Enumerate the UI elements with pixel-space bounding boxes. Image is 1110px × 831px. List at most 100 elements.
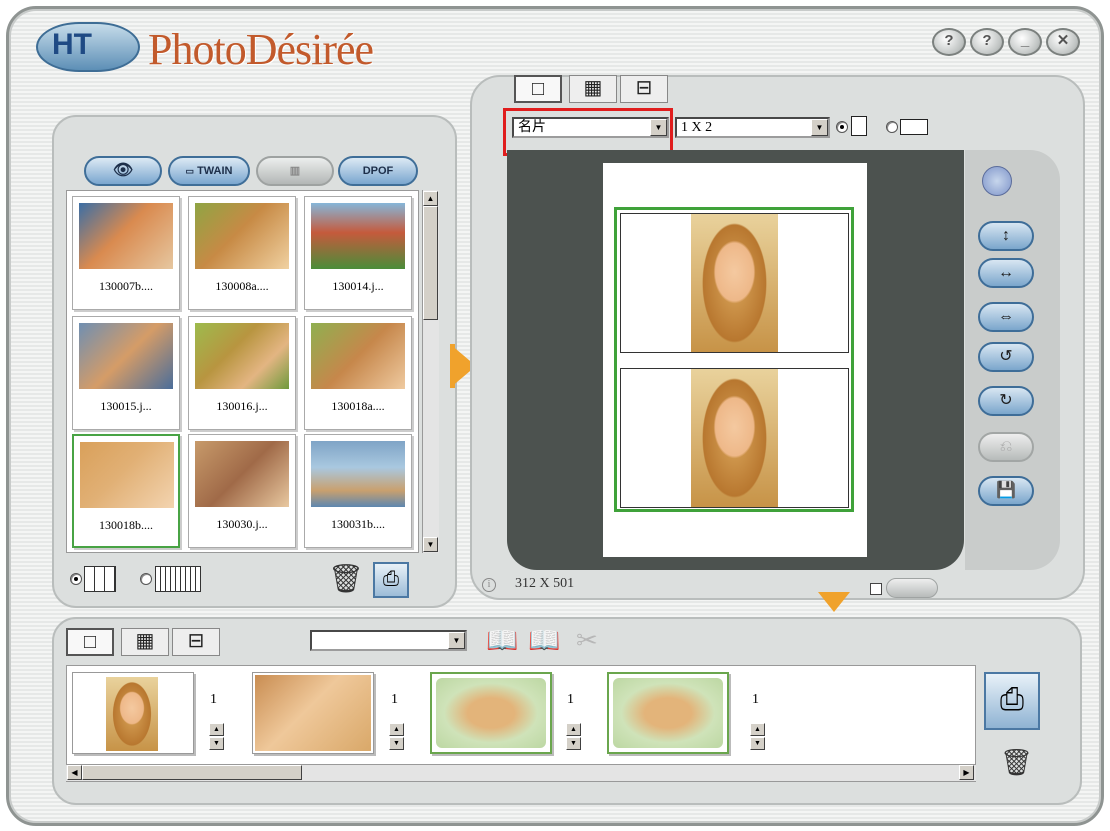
undo-button[interactable]: ⎌ [978, 432, 1034, 462]
thumbnail-caption: 130018a.... [331, 399, 385, 413]
scroll-thumb[interactable] [423, 206, 438, 320]
print-button[interactable]: ⎙ [373, 562, 409, 598]
download-arrow-icon[interactable] [818, 592, 850, 612]
count-up-button[interactable]: ▲ [566, 723, 581, 736]
chevron-down-icon[interactable]: ▼ [650, 119, 667, 136]
rotate-right-button[interactable]: ↻ [978, 386, 1034, 416]
layout-value: 1 X 2 [681, 120, 713, 135]
eye-folder-icon: 👁 [112, 162, 134, 179]
scanner-icon: ▭ [185, 166, 194, 176]
thumbnail-item[interactable]: 130014.j... [304, 196, 412, 310]
fit-both-button[interactable]: ⇔ [978, 302, 1034, 332]
rotate-left-button[interactable]: ↺ [978, 342, 1034, 372]
dpof-button[interactable]: DPOF [338, 156, 418, 186]
disabled-tool-button[interactable]: ▥ [256, 156, 334, 186]
film-icon: ⊟ [187, 630, 205, 652]
grid-option-radio[interactable] [70, 573, 82, 585]
thumbnail-item[interactable]: 130018a.... [304, 316, 412, 430]
count-down-button[interactable]: ▼ [750, 737, 765, 750]
scroll-down-button[interactable]: ▼ [423, 537, 438, 552]
orientation-portrait-radio[interactable] [836, 121, 848, 133]
count-up-button[interactable]: ▲ [389, 723, 404, 736]
scroll-thumb[interactable] [82, 765, 302, 780]
tab-single-page[interactable]: □ [66, 628, 114, 656]
option-checkbox[interactable] [870, 583, 882, 595]
3-column-grid-icon [84, 566, 116, 592]
twain-button[interactable]: ▭ TWAIN [168, 156, 250, 186]
tray-item-count: 1 [391, 692, 398, 707]
trash-icon[interactable]: 🗑 [328, 562, 364, 596]
tray-select[interactable]: ▼ [310, 630, 467, 651]
count-down-button[interactable]: ▼ [566, 737, 581, 750]
help-button[interactable]: ? [970, 28, 1004, 56]
dense-grid-icon [155, 566, 201, 592]
chevron-down-icon[interactable]: ▼ [811, 119, 828, 136]
grid-icon: ▦ [135, 630, 155, 652]
minimize-button[interactable]: _ [1008, 28, 1042, 56]
printer-icon: ⎙ [383, 568, 399, 590]
size-readout: 312 X 501 [515, 576, 575, 591]
orientation-landscape-radio[interactable] [886, 121, 898, 133]
tab-single-page[interactable]: □ [514, 75, 562, 103]
print-button[interactable]: ⎙ [984, 672, 1040, 730]
fit-both-icon: ⇔ [998, 308, 1014, 325]
book-back-icon[interactable]: 📖 [486, 626, 518, 656]
chevron-down-icon[interactable]: ▼ [448, 632, 465, 649]
tab-grid[interactable]: ▦ [569, 75, 617, 103]
slot-photo-image [691, 369, 778, 507]
thumbnail-item[interactable]: 130031b.... [304, 434, 412, 548]
fit-horizontal-button[interactable]: ↔ [978, 258, 1034, 288]
tab-film[interactable]: ⊟ [620, 75, 668, 103]
tray-item[interactable] [607, 672, 729, 754]
thumbnail-caption: 130015.j... [100, 399, 152, 413]
rotate-right-icon: ↻ [999, 392, 1013, 409]
printer-icon: ⎙ [1000, 683, 1024, 716]
thumbnail-image [195, 441, 289, 507]
scroll-left-button[interactable]: ◀ [67, 765, 82, 780]
count-up-button[interactable]: ▲ [209, 723, 224, 736]
app-title: PhotoDésirée [148, 25, 374, 74]
undo-icon: ⎌ [999, 438, 1013, 455]
paper-type-select[interactable]: 名片 ▼ [512, 117, 669, 138]
book-cut-icon[interactable]: ✂ [576, 626, 598, 656]
layout-select[interactable]: 1 X 2 ▼ [675, 117, 830, 138]
grid-option-radio[interactable] [140, 573, 152, 585]
scroll-right-button[interactable]: ▶ [959, 765, 974, 780]
count-up-button[interactable]: ▲ [750, 723, 765, 736]
thumbnail-item-selected[interactable]: 130018b.... [72, 434, 180, 548]
book-open-icon[interactable]: 📖 [528, 626, 560, 656]
open-folder-button[interactable]: 👁 [84, 156, 162, 186]
disabled-action-button[interactable] [886, 578, 938, 598]
thumbnail-caption: 130008a.... [215, 279, 269, 293]
thumbnail-caption: 130016.j... [216, 399, 268, 413]
tab-film[interactable]: ⊟ [172, 628, 220, 656]
count-down-button[interactable]: ▼ [209, 737, 224, 750]
thumbnail-item[interactable]: 130030.j... [188, 434, 296, 548]
trash-icon[interactable]: 🗑 [1000, 748, 1033, 778]
thumbnail-image [79, 203, 173, 269]
thumbnail-image [80, 442, 174, 508]
tab-grid[interactable]: ▦ [121, 628, 169, 656]
tray-item[interactable] [72, 672, 194, 754]
landscape-icon [900, 119, 928, 135]
dpof-label: DPOF [362, 165, 394, 177]
close-button[interactable]: ✕ [1046, 28, 1080, 56]
tray-item-count: 1 [567, 692, 574, 707]
help-context-button[interactable]: ? [932, 28, 966, 56]
twain-label: TWAIN [197, 165, 233, 177]
tray-item[interactable] [430, 672, 552, 754]
save-button[interactable]: 💾 [978, 476, 1034, 506]
tool-mode-icon[interactable] [982, 166, 1012, 196]
thumbnail-item[interactable]: 130016.j... [188, 316, 296, 430]
thumbnail-item[interactable]: 130008a.... [188, 196, 296, 310]
thumbnail-item[interactable]: 130015.j... [72, 316, 180, 430]
scroll-up-button[interactable]: ▲ [423, 191, 438, 206]
thumbnail-item[interactable]: 130007b.... [72, 196, 180, 310]
count-down-button[interactable]: ▼ [389, 737, 404, 750]
fit-vertical-button[interactable]: ↕ [978, 221, 1034, 251]
save-icon: 💾 [996, 482, 1016, 499]
tray-item-image [255, 675, 371, 751]
tray-item-image [106, 677, 158, 751]
tray-item[interactable] [252, 672, 374, 754]
transfer-arrow-bar [450, 344, 455, 388]
